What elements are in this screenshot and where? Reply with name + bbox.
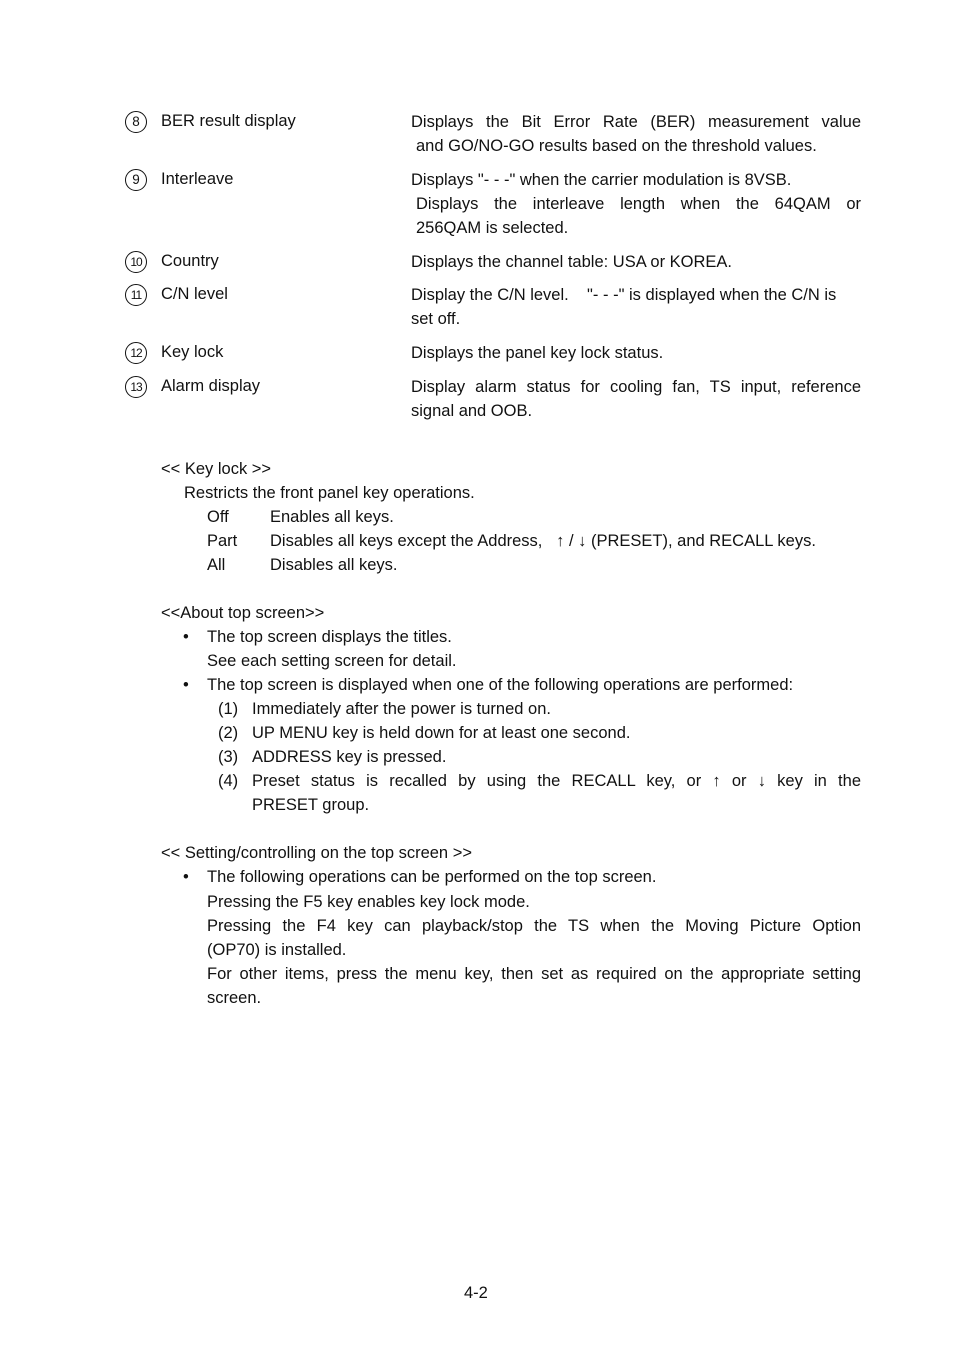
description-line: 256QAM is selected. bbox=[416, 219, 569, 237]
description-line: Displays the Bit Error Rate (BER) measur… bbox=[411, 113, 861, 131]
setting-line: screen. bbox=[207, 989, 262, 1007]
key-lock-mode-desc: Disables all keys except the Address, ↑ … bbox=[270, 532, 816, 550]
step-text: Preset status is recalled by using the R… bbox=[252, 772, 861, 790]
description-line: Displays the panel key lock status. bbox=[411, 344, 664, 362]
page-number: 4-2 bbox=[464, 1284, 488, 1302]
item-description: Displays the panel key lock status. bbox=[411, 341, 861, 365]
key-lock-mode-name: All bbox=[207, 556, 226, 574]
item-label: Interleave bbox=[161, 170, 234, 188]
description-line: Display alarm status for cooling fan, TS… bbox=[411, 378, 861, 396]
description-line: set off. bbox=[411, 310, 461, 328]
item-number-badge: 10 bbox=[125, 251, 147, 273]
setting-line: (OP70) is installed. bbox=[207, 941, 347, 959]
setting-line: For other items, press the menu key, the… bbox=[207, 965, 861, 983]
item-number-badge: 11 bbox=[125, 284, 147, 306]
about-top-heading: <<About top screen>> bbox=[161, 604, 325, 622]
step-number: (2) bbox=[218, 724, 239, 742]
step-text-continued: PRESET group. bbox=[252, 796, 370, 814]
key-lock-mode-desc: Disables all keys. bbox=[270, 556, 398, 574]
item-description: Displays the channel table: USA or KOREA… bbox=[411, 250, 861, 274]
step-number: (3) bbox=[218, 748, 239, 766]
key-lock-mode-name: Part bbox=[207, 532, 238, 550]
bullet-icon: • bbox=[183, 676, 189, 694]
step-number: (1) bbox=[218, 700, 239, 718]
item-number-badge: 9 bbox=[125, 169, 147, 191]
description-line: Display the C/N level. "- - -" is displa… bbox=[411, 286, 837, 304]
bullet-text: The top screen is displayed when one of … bbox=[207, 676, 794, 694]
item-number-badge: 8 bbox=[125, 111, 147, 133]
step-number: (4) bbox=[218, 772, 239, 790]
bullet-text: See each setting screen for detail. bbox=[207, 652, 457, 670]
item-number-badge: 12 bbox=[125, 342, 147, 364]
bullet-text: The top screen displays the titles. bbox=[207, 628, 452, 646]
item-description: Displays "- - -" when the carrier modula… bbox=[411, 168, 861, 240]
description-line: Displays the channel table: USA or KOREA… bbox=[411, 253, 732, 271]
step-text: ADDRESS key is pressed. bbox=[252, 748, 447, 766]
item-label: C/N level bbox=[161, 285, 228, 303]
bullet-icon: • bbox=[183, 628, 189, 646]
item-description: Display the C/N level. "- - -" is displa… bbox=[411, 283, 861, 331]
key-lock-intro: Restricts the front panel key operations… bbox=[184, 484, 475, 502]
step-text: Immediately after the power is turned on… bbox=[252, 700, 551, 718]
key-lock-mode-desc: Enables all keys. bbox=[270, 508, 394, 526]
key-lock-heading: << Key lock >> bbox=[161, 460, 272, 478]
bullet-icon: • bbox=[183, 868, 189, 886]
setting-line: The following operations can be performe… bbox=[207, 868, 657, 886]
setting-line: Pressing the F4 key can playback/stop th… bbox=[207, 917, 861, 935]
description-line: and GO/NO-GO results based on the thresh… bbox=[416, 137, 817, 155]
description-line: Displays the interleave length when the … bbox=[416, 195, 861, 213]
setting-top-heading: << Setting/controlling on the top screen… bbox=[161, 844, 472, 862]
item-description: Displays the Bit Error Rate (BER) measur… bbox=[411, 110, 861, 158]
setting-line: Pressing the F5 key enables key lock mod… bbox=[207, 893, 530, 911]
item-description: Display alarm status for cooling fan, TS… bbox=[411, 375, 861, 423]
item-number-badge: 13 bbox=[125, 376, 147, 398]
item-label: BER result display bbox=[161, 112, 296, 130]
item-label: Key lock bbox=[161, 343, 224, 361]
item-label: Country bbox=[161, 252, 219, 270]
step-text: UP MENU key is held down for at least on… bbox=[252, 724, 631, 742]
description-line: Displays "- - -" when the carrier modula… bbox=[411, 171, 792, 189]
item-label: Alarm display bbox=[161, 377, 261, 395]
key-lock-mode-name: Off bbox=[207, 508, 229, 526]
description-line: signal and OOB. bbox=[411, 402, 533, 420]
